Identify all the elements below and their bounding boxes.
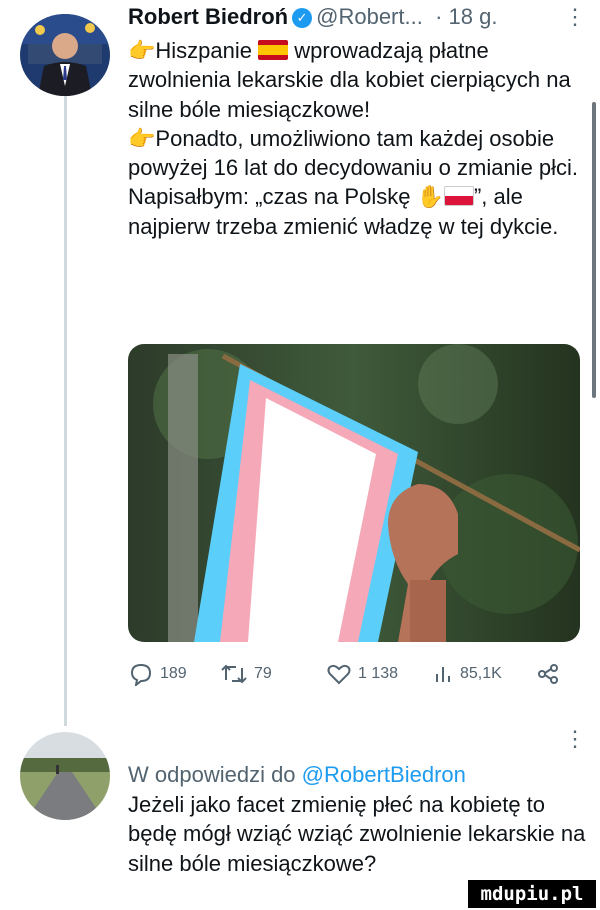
tweet-paragraph-1a: Hiszpanie <box>155 38 253 63</box>
retweet-count: 79 <box>254 665 272 682</box>
views-action[interactable]: 85,1K <box>434 662 502 686</box>
poland-flag-icon <box>443 186 474 207</box>
watermark-logo: mdupiu.pl <box>468 880 596 908</box>
tweet-actions: 189 79 1 138 85,1K <box>128 662 588 692</box>
verified-badge-icon: ✓ <box>292 8 313 28</box>
share-action[interactable] <box>536 662 560 686</box>
pointing-hand-icon: 👉 <box>128 125 156 151</box>
reply-mention-link[interactable]: @RobertBiedron <box>302 762 466 787</box>
spain-flag-icon <box>258 40 289 60</box>
like-count: 1 138 <box>358 665 399 682</box>
reply-action[interactable]: 189 <box>128 662 187 686</box>
tweet-header: Robert Biedroń ✓ @Robert... · 18 g. <box>128 4 497 30</box>
reply-more-options-icon[interactable]: ⋮ <box>564 726 586 752</box>
reply-icon <box>130 663 152 686</box>
tweet-paragraph-2: Ponadto, umożliwiono tam każdej osobie p… <box>128 125 579 181</box>
pointing-hand-icon: 👉 <box>128 38 156 63</box>
tweet-image[interactable] <box>128 344 580 642</box>
share-icon <box>538 664 558 684</box>
heart-icon <box>327 664 351 685</box>
like-action[interactable]: 1 138 <box>326 662 398 686</box>
tweet-time[interactable]: · 18 g. <box>435 4 497 29</box>
reply-context: W odpowiedzi do @RobertBiedron <box>128 760 588 790</box>
views-count: 85,1K <box>460 665 502 682</box>
reply-text: Jeżeli jako facet zmienię płeć na kobiet… <box>128 791 586 876</box>
views-chart-icon <box>436 667 450 682</box>
reply-tweet: W odpowiedzi do @RobertBiedron Jeżeli ja… <box>128 760 588 878</box>
raised-hand-icon: ✋ <box>416 184 444 210</box>
more-options-icon[interactable]: ⋮ <box>564 4 586 30</box>
retweet-action[interactable]: 79 <box>220 662 272 686</box>
reply-prefix: W odpowiedzi do <box>128 762 296 787</box>
scrollbar[interactable] <box>592 102 596 398</box>
author-avatar[interactable] <box>20 14 110 96</box>
tweet-text: 👉Hiszpanie wprowadzają płatne zwolnienia… <box>128 36 583 241</box>
retweet-icon <box>221 664 247 684</box>
tweet-paragraph-3a: Napisałbym: „czas na Polskę <box>128 184 411 210</box>
author-handle[interactable]: @Robert... <box>316 4 423 29</box>
thread-line <box>64 96 67 726</box>
reply-author-avatar[interactable] <box>20 732 110 820</box>
author-name[interactable]: Robert Biedroń <box>128 4 288 29</box>
reply-count: 189 <box>160 665 187 682</box>
